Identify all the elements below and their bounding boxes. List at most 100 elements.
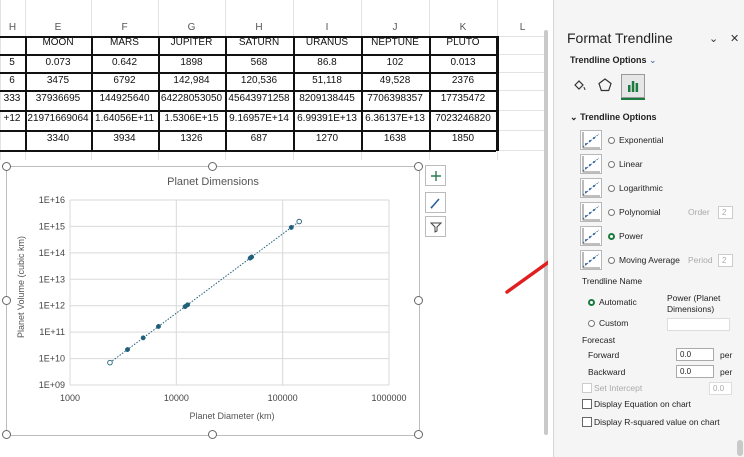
display-r-squared-checkbox[interactable] bbox=[582, 417, 592, 427]
table-cell[interactable]: 37936695 bbox=[25, 89, 91, 109]
chart-svg[interactable]: 1E+09 1E+10 1E+11 1E+12 1E+13 1E+14 1E+15 1E+16… bbox=[7, 167, 419, 435]
backward-input[interactable]: 0.0 bbox=[676, 365, 714, 378]
table-cell[interactable]: 0.013 bbox=[429, 53, 497, 73]
data-point bbox=[185, 302, 191, 308]
column-header[interactable]: H bbox=[0, 22, 25, 37]
tab-trendline-options[interactable] bbox=[621, 74, 645, 98]
table-cell[interactable]: 1.64056E+11 bbox=[91, 109, 158, 129]
table-cell[interactable]: +12 bbox=[0, 109, 24, 129]
table-cell[interactable]: 1898 bbox=[158, 53, 225, 73]
chevron-down-icon: ⌄ bbox=[649, 55, 657, 65]
chart-area[interactable]: 1E+09 1E+10 1E+11 1E+12 1E+13 1E+14 1E+15 1E+16… bbox=[6, 166, 420, 436]
set-intercept-checkbox[interactable] bbox=[582, 383, 592, 393]
data-point bbox=[125, 347, 130, 352]
y-axis-label: Planet Volume (cubic km) bbox=[16, 236, 26, 338]
table-cell[interactable]: 64228053050 bbox=[158, 89, 225, 109]
table-cell[interactable]: 49,528 bbox=[361, 71, 429, 91]
resize-handle-bm[interactable] bbox=[208, 430, 217, 439]
resize-handle-tl[interactable] bbox=[2, 162, 11, 171]
trendline-option-power[interactable]: Power bbox=[580, 226, 643, 246]
resize-handle-br[interactable] bbox=[414, 430, 423, 439]
table-cell[interactable]: 1.5306E+15 bbox=[158, 109, 225, 129]
table-cell[interactable]: 6.99391E+13 bbox=[293, 109, 361, 129]
resize-handle-tr[interactable] bbox=[414, 162, 423, 171]
table-cell[interactable]: 687 bbox=[225, 129, 293, 149]
trendline-options-dropdown[interactable]: Trendline Options ⌄ bbox=[570, 55, 657, 66]
table-cell[interactable]: 17735472 bbox=[429, 89, 497, 109]
table-cell[interactable]: 3934 bbox=[91, 129, 158, 149]
forward-input[interactable]: 0.0 bbox=[676, 348, 714, 361]
table-cell[interactable]: 2376 bbox=[429, 71, 497, 91]
display-equation-checkbox[interactable] bbox=[582, 399, 592, 409]
table-cell[interactable]: 51,118 bbox=[293, 71, 361, 91]
table-cell[interactable]: 6 bbox=[0, 71, 24, 91]
chart-elements-button[interactable] bbox=[425, 165, 446, 186]
period-stepper[interactable]: 2 bbox=[718, 254, 733, 267]
trendline-option-moving-average[interactable]: Moving Average bbox=[580, 250, 680, 270]
table-cell[interactable] bbox=[0, 129, 24, 149]
table-cell[interactable]: 8209138445 bbox=[293, 89, 361, 109]
close-icon[interactable]: ✕ bbox=[730, 32, 739, 45]
table-cell[interactable]: 0.642 bbox=[91, 53, 158, 73]
table-cell[interactable]: 45643971258 bbox=[225, 89, 293, 109]
table-cell[interactable]: 7023246820 bbox=[429, 109, 497, 129]
table-cell[interactable]: 0.073 bbox=[25, 53, 91, 73]
chart-filters-button[interactable] bbox=[425, 216, 446, 237]
resize-handle-bl[interactable] bbox=[2, 430, 11, 439]
vertical-scrollbar[interactable] bbox=[544, 30, 548, 435]
forward-label: Forward bbox=[588, 350, 620, 360]
y-tick-label: 1E+11 bbox=[39, 327, 65, 337]
radio-button[interactable] bbox=[608, 232, 615, 240]
table-cell[interactable]: 6792 bbox=[91, 71, 158, 91]
spreadsheet[interactable]: HEFGHIJKL MOON MARS JUPITER SATURN URANUS NEP… bbox=[0, 0, 548, 457]
table-cell[interactable]: 333 bbox=[0, 89, 24, 109]
table-cell[interactable]: 142,984 bbox=[158, 71, 225, 91]
table-border bbox=[0, 130, 496, 132]
pane-scrollbar[interactable] bbox=[737, 440, 743, 456]
table-cell[interactable]: 1850 bbox=[429, 129, 497, 149]
table-cell[interactable]: 7706398357 bbox=[361, 89, 429, 109]
custom-radio[interactable]: Custom bbox=[588, 318, 628, 328]
chart-styles-button[interactable] bbox=[425, 192, 446, 213]
trendline-option-polynomial[interactable]: Polynomial bbox=[580, 202, 661, 222]
data-point bbox=[156, 324, 161, 329]
table-cell[interactable]: 144925640 bbox=[91, 89, 158, 109]
format-trendline-pane: Format Trendline ⌄ ✕ Trendline Options ⌄… bbox=[553, 0, 744, 457]
bar-chart-icon bbox=[628, 81, 639, 92]
trendline-options-section[interactable]: ⌄ Trendline Options bbox=[570, 112, 657, 123]
order-stepper[interactable]: 2 bbox=[718, 206, 733, 219]
table-cell[interactable]: 3340 bbox=[25, 129, 91, 149]
trendline-option-linear[interactable]: Linear bbox=[580, 154, 643, 174]
table-cell[interactable]: 120,536 bbox=[225, 71, 293, 91]
table-cell[interactable]: 86.8 bbox=[293, 53, 361, 73]
table-cell[interactable]: 102 bbox=[361, 53, 429, 73]
resize-handle-mr[interactable] bbox=[414, 296, 423, 305]
trendline-type-icon bbox=[580, 250, 602, 270]
table-cell[interactable]: 1326 bbox=[158, 129, 225, 149]
table-cell[interactable]: 3475 bbox=[25, 71, 91, 91]
pane-options-chevron-icon[interactable]: ⌄ bbox=[709, 32, 718, 45]
table-cell[interactable]: 9.16957E+14 bbox=[225, 109, 293, 129]
table-cell[interactable]: 1270 bbox=[293, 129, 361, 149]
tab-effects[interactable] bbox=[594, 74, 616, 96]
radio-button[interactable] bbox=[608, 208, 615, 216]
radio-button[interactable] bbox=[608, 160, 615, 168]
resize-handle-tm[interactable] bbox=[208, 162, 217, 171]
resize-handle-ml[interactable] bbox=[2, 296, 11, 305]
column-header[interactable]: L bbox=[497, 22, 548, 37]
table-cell[interactable]: 568 bbox=[225, 53, 293, 73]
tab-fill-line[interactable] bbox=[568, 74, 590, 96]
automatic-radio[interactable]: Automatic bbox=[588, 297, 637, 307]
custom-radio-dot bbox=[588, 319, 595, 327]
radio-button[interactable] bbox=[608, 184, 615, 192]
table-cell[interactable]: 1638 bbox=[361, 129, 429, 149]
table-cell[interactable]: 6.36137E+13 bbox=[361, 109, 429, 129]
trendline-option-exponential[interactable]: Exponential bbox=[580, 130, 663, 150]
table-cell[interactable]: 21971669064 bbox=[25, 109, 91, 129]
radio-button[interactable] bbox=[608, 136, 615, 144]
custom-name-input[interactable] bbox=[667, 318, 730, 331]
trendline-option-logarithmic[interactable]: Logarithmic bbox=[580, 178, 663, 198]
table-cell[interactable]: 5 bbox=[0, 53, 24, 73]
radio-button[interactable] bbox=[608, 256, 615, 264]
intercept-input[interactable]: 0.0 bbox=[709, 382, 732, 395]
